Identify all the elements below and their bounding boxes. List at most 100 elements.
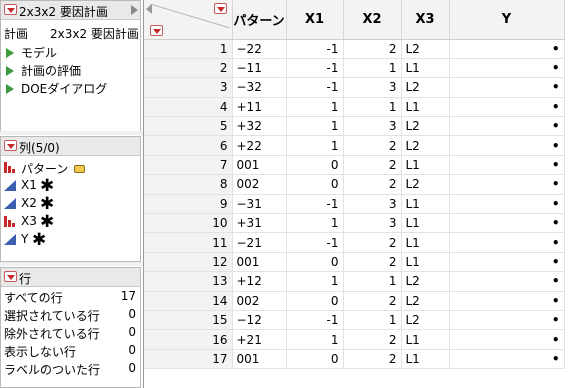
cell-x3[interactable]: L1 xyxy=(401,97,450,118)
cell-x2[interactable]: 3 xyxy=(343,194,402,215)
cell-x1[interactable]: -1 xyxy=(286,194,344,215)
cell-pattern[interactable]: 001 xyxy=(232,252,287,273)
cell-pattern[interactable]: −21 xyxy=(232,232,287,253)
column-item-x1[interactable]: X1 ✱ xyxy=(4,176,134,196)
cell-x2[interactable]: 2 xyxy=(343,135,402,156)
cell-pattern[interactable]: +21 xyxy=(232,329,287,350)
cell-x1[interactable]: 0 xyxy=(286,349,344,370)
cell-x3[interactable]: L1 xyxy=(401,58,450,79)
columns-header-menu-icon[interactable] xyxy=(214,3,227,14)
cell-x3[interactable]: L1 xyxy=(401,252,450,273)
cell-x2[interactable]: 2 xyxy=(343,155,402,176)
play-icon[interactable] xyxy=(6,66,14,76)
cell-pattern[interactable]: −32 xyxy=(232,77,287,98)
cell-pattern[interactable]: 002 xyxy=(232,291,287,311)
cell-x1[interactable]: 0 xyxy=(286,174,344,195)
row-number[interactable]: 8 xyxy=(144,174,233,195)
cell-y[interactable]: • xyxy=(449,155,565,176)
script-design-evaluation[interactable]: 計画の評価 xyxy=(4,61,134,79)
cell-x1[interactable]: 1 xyxy=(286,329,344,350)
cell-pattern[interactable]: +12 xyxy=(232,271,287,292)
cell-x3[interactable]: L1 xyxy=(401,329,450,350)
table-row[interactable]: 17 001 0 2 L1 • xyxy=(144,349,565,370)
cell-pattern[interactable]: +32 xyxy=(232,116,287,137)
cell-x2[interactable]: 1 xyxy=(343,271,402,292)
corner-cell[interactable] xyxy=(144,0,233,40)
cell-x1[interactable]: 1 xyxy=(286,213,344,234)
table-row[interactable]: 6 +22 1 2 L2 • xyxy=(144,135,565,156)
row-number[interactable]: 9 xyxy=(144,194,233,215)
cell-x2[interactable]: 2 xyxy=(343,174,402,195)
cell-y[interactable]: • xyxy=(449,252,565,273)
table-row[interactable]: 9 −31 -1 3 L1 • xyxy=(144,194,565,215)
column-header[interactable]: Y xyxy=(449,0,565,40)
cell-pattern[interactable]: −12 xyxy=(232,310,287,331)
cell-pattern[interactable]: −22 xyxy=(232,39,287,59)
column-item-x2[interactable]: X2 ✱ xyxy=(4,194,134,214)
cell-x1[interactable]: 1 xyxy=(286,271,344,292)
row-number[interactable]: 2 xyxy=(144,58,233,79)
cell-y[interactable]: • xyxy=(449,135,565,156)
column-header[interactable]: X3 xyxy=(401,0,450,40)
cell-y[interactable]: • xyxy=(449,77,565,98)
cell-x1[interactable]: 1 xyxy=(286,116,344,137)
table-row[interactable]: 12 001 0 2 L1 • xyxy=(144,252,565,273)
column-header[interactable]: パターン xyxy=(232,0,287,40)
table-row[interactable]: 16 +21 1 2 L1 • xyxy=(144,329,565,350)
cell-x3[interactable]: L2 xyxy=(401,291,450,311)
cell-y[interactable]: • xyxy=(449,271,565,292)
cell-x2[interactable]: 2 xyxy=(343,39,402,59)
row-number[interactable]: 15 xyxy=(144,310,233,331)
cell-pattern[interactable]: +22 xyxy=(232,135,287,156)
row-number[interactable]: 12 xyxy=(144,252,233,273)
table-row[interactable]: 3 −32 -1 3 L2 • xyxy=(144,77,565,98)
cell-x3[interactable]: L1 xyxy=(401,349,450,370)
row-number[interactable]: 17 xyxy=(144,349,233,370)
cell-x2[interactable]: 3 xyxy=(343,213,402,234)
cell-x2[interactable]: 2 xyxy=(343,252,402,273)
cell-y[interactable]: • xyxy=(449,349,565,370)
cell-y[interactable]: • xyxy=(449,291,565,311)
collapse-arrow-icon[interactable] xyxy=(131,5,138,15)
design-property[interactable]: 計画 2x3x2 要因計画 xyxy=(4,25,139,42)
cell-x1[interactable]: 1 xyxy=(286,135,344,156)
row-number[interactable]: 5 xyxy=(144,116,233,137)
cell-pattern[interactable]: 002 xyxy=(232,174,287,195)
cell-y[interactable]: • xyxy=(449,310,565,331)
script-doe-dialog[interactable]: DOEダイアログ xyxy=(4,79,134,97)
table-row[interactable]: 7 001 0 2 L1 • xyxy=(144,155,565,176)
row-number[interactable]: 14 xyxy=(144,291,233,311)
cell-x1[interactable]: -1 xyxy=(286,58,344,79)
cell-y[interactable]: • xyxy=(449,213,565,234)
cell-pattern[interactable]: +31 xyxy=(232,213,287,234)
cell-x3[interactable]: L2 xyxy=(401,116,450,137)
cell-x2[interactable]: 1 xyxy=(343,58,402,79)
cell-x1[interactable]: -1 xyxy=(286,232,344,253)
column-item-pattern[interactable]: パターン xyxy=(4,159,134,177)
cell-x3[interactable]: L2 xyxy=(401,310,450,331)
row-number[interactable]: 6 xyxy=(144,135,233,156)
column-header[interactable]: X1 xyxy=(286,0,344,40)
cell-x2[interactable]: 1 xyxy=(343,310,402,331)
cell-x3[interactable]: L1 xyxy=(401,194,450,215)
play-icon[interactable] xyxy=(6,48,14,58)
panel-divider[interactable] xyxy=(0,131,143,135)
row-number[interactable]: 1 xyxy=(144,39,233,59)
columns-menu-icon[interactable] xyxy=(4,140,17,151)
cell-y[interactable]: • xyxy=(449,58,565,79)
cell-x1[interactable]: -1 xyxy=(286,39,344,59)
table-row[interactable]: 15 −12 -1 1 L2 • xyxy=(144,310,565,331)
row-number[interactable]: 4 xyxy=(144,97,233,118)
cell-x1[interactable]: 0 xyxy=(286,155,344,176)
table-row[interactable]: 5 +32 1 3 L2 • xyxy=(144,116,565,137)
table-row[interactable]: 11 −21 -1 2 L1 • xyxy=(144,232,565,253)
cell-x1[interactable]: -1 xyxy=(286,77,344,98)
cell-x1[interactable]: 0 xyxy=(286,252,344,273)
row-number[interactable]: 13 xyxy=(144,271,233,292)
row-number[interactable]: 10 xyxy=(144,213,233,234)
table-row[interactable]: 10 +31 1 3 L1 • xyxy=(144,213,565,234)
cell-x2[interactable]: 2 xyxy=(343,329,402,350)
cell-x3[interactable]: L2 xyxy=(401,39,450,59)
cell-x2[interactable]: 2 xyxy=(343,349,402,370)
cell-x1[interactable]: -1 xyxy=(286,310,344,331)
